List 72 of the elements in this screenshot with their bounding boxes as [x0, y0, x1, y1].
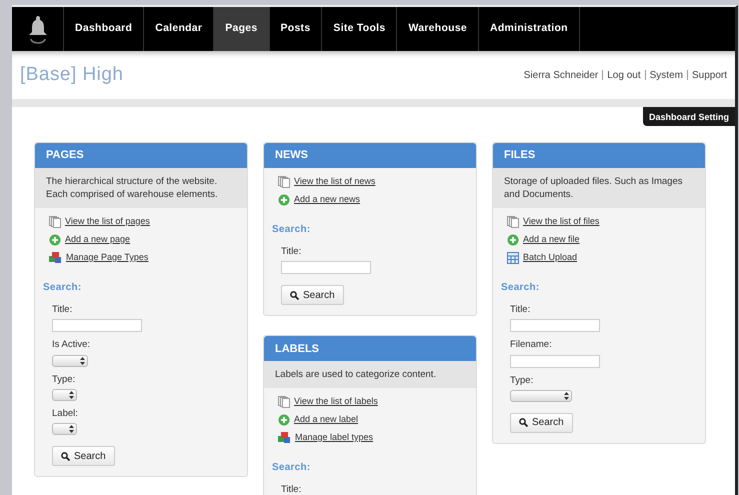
panel-link[interactable]: Add a new news [294, 192, 360, 206]
panel-link[interactable]: View the list of news [294, 174, 376, 188]
panel-title: PAGES [35, 143, 247, 168]
updown-arrows-icon [69, 390, 74, 399]
panel-link[interactable]: View the list of pages [65, 214, 150, 228]
select-field[interactable] [52, 354, 88, 366]
panel-link[interactable]: View the list of labels [294, 395, 378, 408]
input-field[interactable] [510, 319, 600, 332]
updown-arrows-icon [80, 356, 85, 364]
panel-description: Storage of uploaded files. Such as Images and Documents. [493, 168, 705, 208]
search-icon [61, 452, 70, 460]
search-button[interactable]: Search [510, 412, 573, 433]
header-link[interactable]: System [650, 68, 683, 82]
header-link[interactable]: Support [692, 68, 727, 82]
search-icon [519, 418, 528, 428]
panel-link[interactable]: Batch Upload [523, 250, 578, 264]
panel-link[interactable]: View the list of files [523, 214, 600, 228]
field-label: Title: [510, 303, 532, 317]
field-label: Title: [281, 483, 302, 495]
panel-title: LABELS [264, 336, 476, 362]
plus-circle-icon [278, 414, 290, 426]
panel-link[interactable]: Add a new label [294, 413, 358, 426]
plus-circle-icon [278, 194, 290, 206]
field-label: Title: [281, 245, 302, 259]
pages-icon [507, 216, 519, 228]
field-label: Type: [52, 372, 76, 386]
nav-tab[interactable]: Site Tools [322, 7, 398, 51]
pages-icon [49, 216, 61, 228]
input-field[interactable] [510, 354, 600, 368]
plus-circle-icon [507, 234, 519, 246]
panel-link[interactable]: Manage Page Types [66, 250, 148, 264]
updown-arrows-icon [69, 425, 74, 433]
cubes-icon [49, 252, 62, 264]
select-field[interactable] [52, 388, 77, 401]
panel-link[interactable]: Manage label types [295, 431, 374, 444]
nav-tab[interactable]: Pages [214, 7, 270, 51]
cubes-icon [278, 432, 291, 444]
field-label: Type: [510, 374, 534, 388]
pages-icon [278, 176, 290, 188]
plus-circle-icon [49, 234, 61, 246]
panel-description: The hierarchical structure of the website. Each comprised of warehouse elements. [35, 168, 247, 208]
dashboard-settings-tab[interactable]: Dashboard Setting [642, 107, 735, 126]
updown-arrows-icon [564, 392, 569, 400]
header-link[interactable]: Sierra Schneider [524, 68, 598, 82]
panel-description: Labels are used to categorize content. [264, 361, 476, 388]
search-heading: Search: [500, 281, 540, 295]
input-field[interactable] [52, 319, 142, 332]
field-label: Is Active: [52, 338, 92, 352]
panel-title: NEWS [264, 143, 476, 168]
panel-link[interactable]: Add a new file [523, 232, 580, 246]
search-heading: Search: [271, 461, 312, 476]
input-field[interactable] [281, 261, 371, 274]
pages-icon [278, 396, 290, 408]
nav-tab[interactable]: Dashboard [64, 7, 144, 51]
search-icon [290, 290, 299, 300]
search-heading: Search: [42, 281, 82, 295]
search-button[interactable]: Search [281, 285, 344, 306]
panel-link[interactable]: Add a new page [65, 232, 130, 246]
nav-tab[interactable]: Warehouse [397, 7, 480, 51]
field-label: Label: [52, 406, 79, 421]
nav-tab[interactable]: Posts [270, 7, 322, 51]
header-link[interactable]: Log out [607, 68, 641, 82]
table-icon [507, 252, 519, 264]
search-button[interactable]: Search [52, 446, 115, 466]
panel-title: FILES [493, 143, 705, 168]
nav-tab[interactable]: Administration [479, 7, 580, 51]
field-label: Title: [52, 303, 74, 317]
select-field[interactable] [510, 390, 572, 402]
search-heading: Search: [271, 223, 312, 237]
site-title: [Base] High [20, 62, 124, 87]
select-field[interactable] [52, 423, 77, 435]
field-label: Filename: [510, 338, 553, 352]
